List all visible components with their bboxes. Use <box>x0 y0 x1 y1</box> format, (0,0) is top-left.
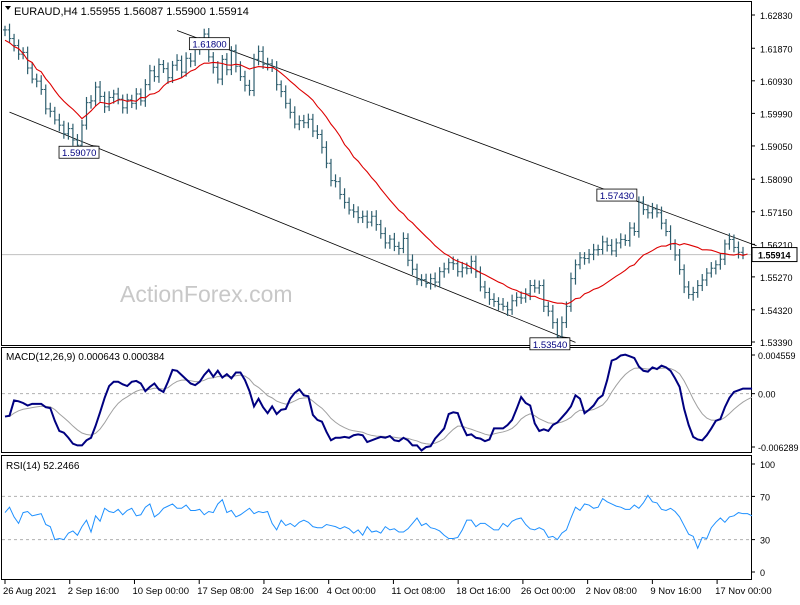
current-price-label: 1.55914 <box>758 251 791 261</box>
time-tick-label: 11 Oct 08:00 <box>391 586 445 597</box>
symbol-header: EURAUD,H4 1.55955 1.56087 1.55900 1.5591… <box>14 6 249 18</box>
price-tick-label: 1.55270 <box>760 273 793 283</box>
rsi-header: RSI(14) 52.2466 <box>6 461 80 472</box>
rsi-tick-label: 30 <box>760 536 770 546</box>
macd-tick-label: 0.004559 <box>758 351 796 361</box>
time-tick-label: 26 Oct 00:00 <box>521 586 575 597</box>
rsi-tick-label: 70 <box>760 492 770 502</box>
chart-canvas: 1.61800 1.59070 1.53540 1.57430 1.62830 1.61… <box>0 0 800 600</box>
price-tick-label: 1.62830 <box>760 11 793 21</box>
swing-label: 1.57430 <box>600 191 634 202</box>
swing-label: 1.61800 <box>192 40 226 51</box>
macd-tick-label: -0.006289 <box>758 443 799 453</box>
time-tick-label: 4 Oct 00:00 <box>327 586 376 597</box>
price-tick-label: 1.53390 <box>760 338 793 348</box>
price-tick-label: 1.61870 <box>760 44 793 54</box>
swing-label: 1.53540 <box>533 340 567 351</box>
watermark: ActionForex.com <box>120 281 293 307</box>
time-tick-label: 2 Nov 08:00 <box>586 586 637 597</box>
time-tick-label: 17 Nov 00:00 <box>715 586 772 597</box>
price-tick-label: 1.59050 <box>760 142 793 152</box>
rsi-tick-label: 100 <box>760 460 775 470</box>
time-tick-label: 24 Sep 16:00 <box>262 586 319 597</box>
swing-label: 1.59070 <box>62 148 96 159</box>
euraud-h4-chart: 1.61800 1.59070 1.53540 1.57430 1.62830 1.61… <box>0 0 800 600</box>
time-tick-label: 2 Sep 16:00 <box>68 586 119 597</box>
price-tick-label: 1.58090 <box>760 175 793 185</box>
macd-tick-label: 0.00 <box>758 390 776 400</box>
price-tick-label: 1.57150 <box>760 208 793 218</box>
time-tick-label: 26 Aug 2021 <box>3 586 56 597</box>
rsi-tick-label: 0 <box>760 568 765 578</box>
time-tick-label: 17 Sep 08:00 <box>197 586 254 597</box>
time-tick-label: 18 Oct 16:00 <box>456 586 510 597</box>
price-tick-label: 1.59990 <box>760 109 793 119</box>
macd-header: MACD(12,26,9) 0.000643 0.000384 <box>6 352 165 363</box>
time-tick-label: 9 Nov 16:00 <box>650 586 701 597</box>
time-tick-label: 10 Sep 00:00 <box>132 586 189 597</box>
price-tick-label: 1.54320 <box>760 306 793 316</box>
price-tick-label: 1.60930 <box>760 77 793 87</box>
